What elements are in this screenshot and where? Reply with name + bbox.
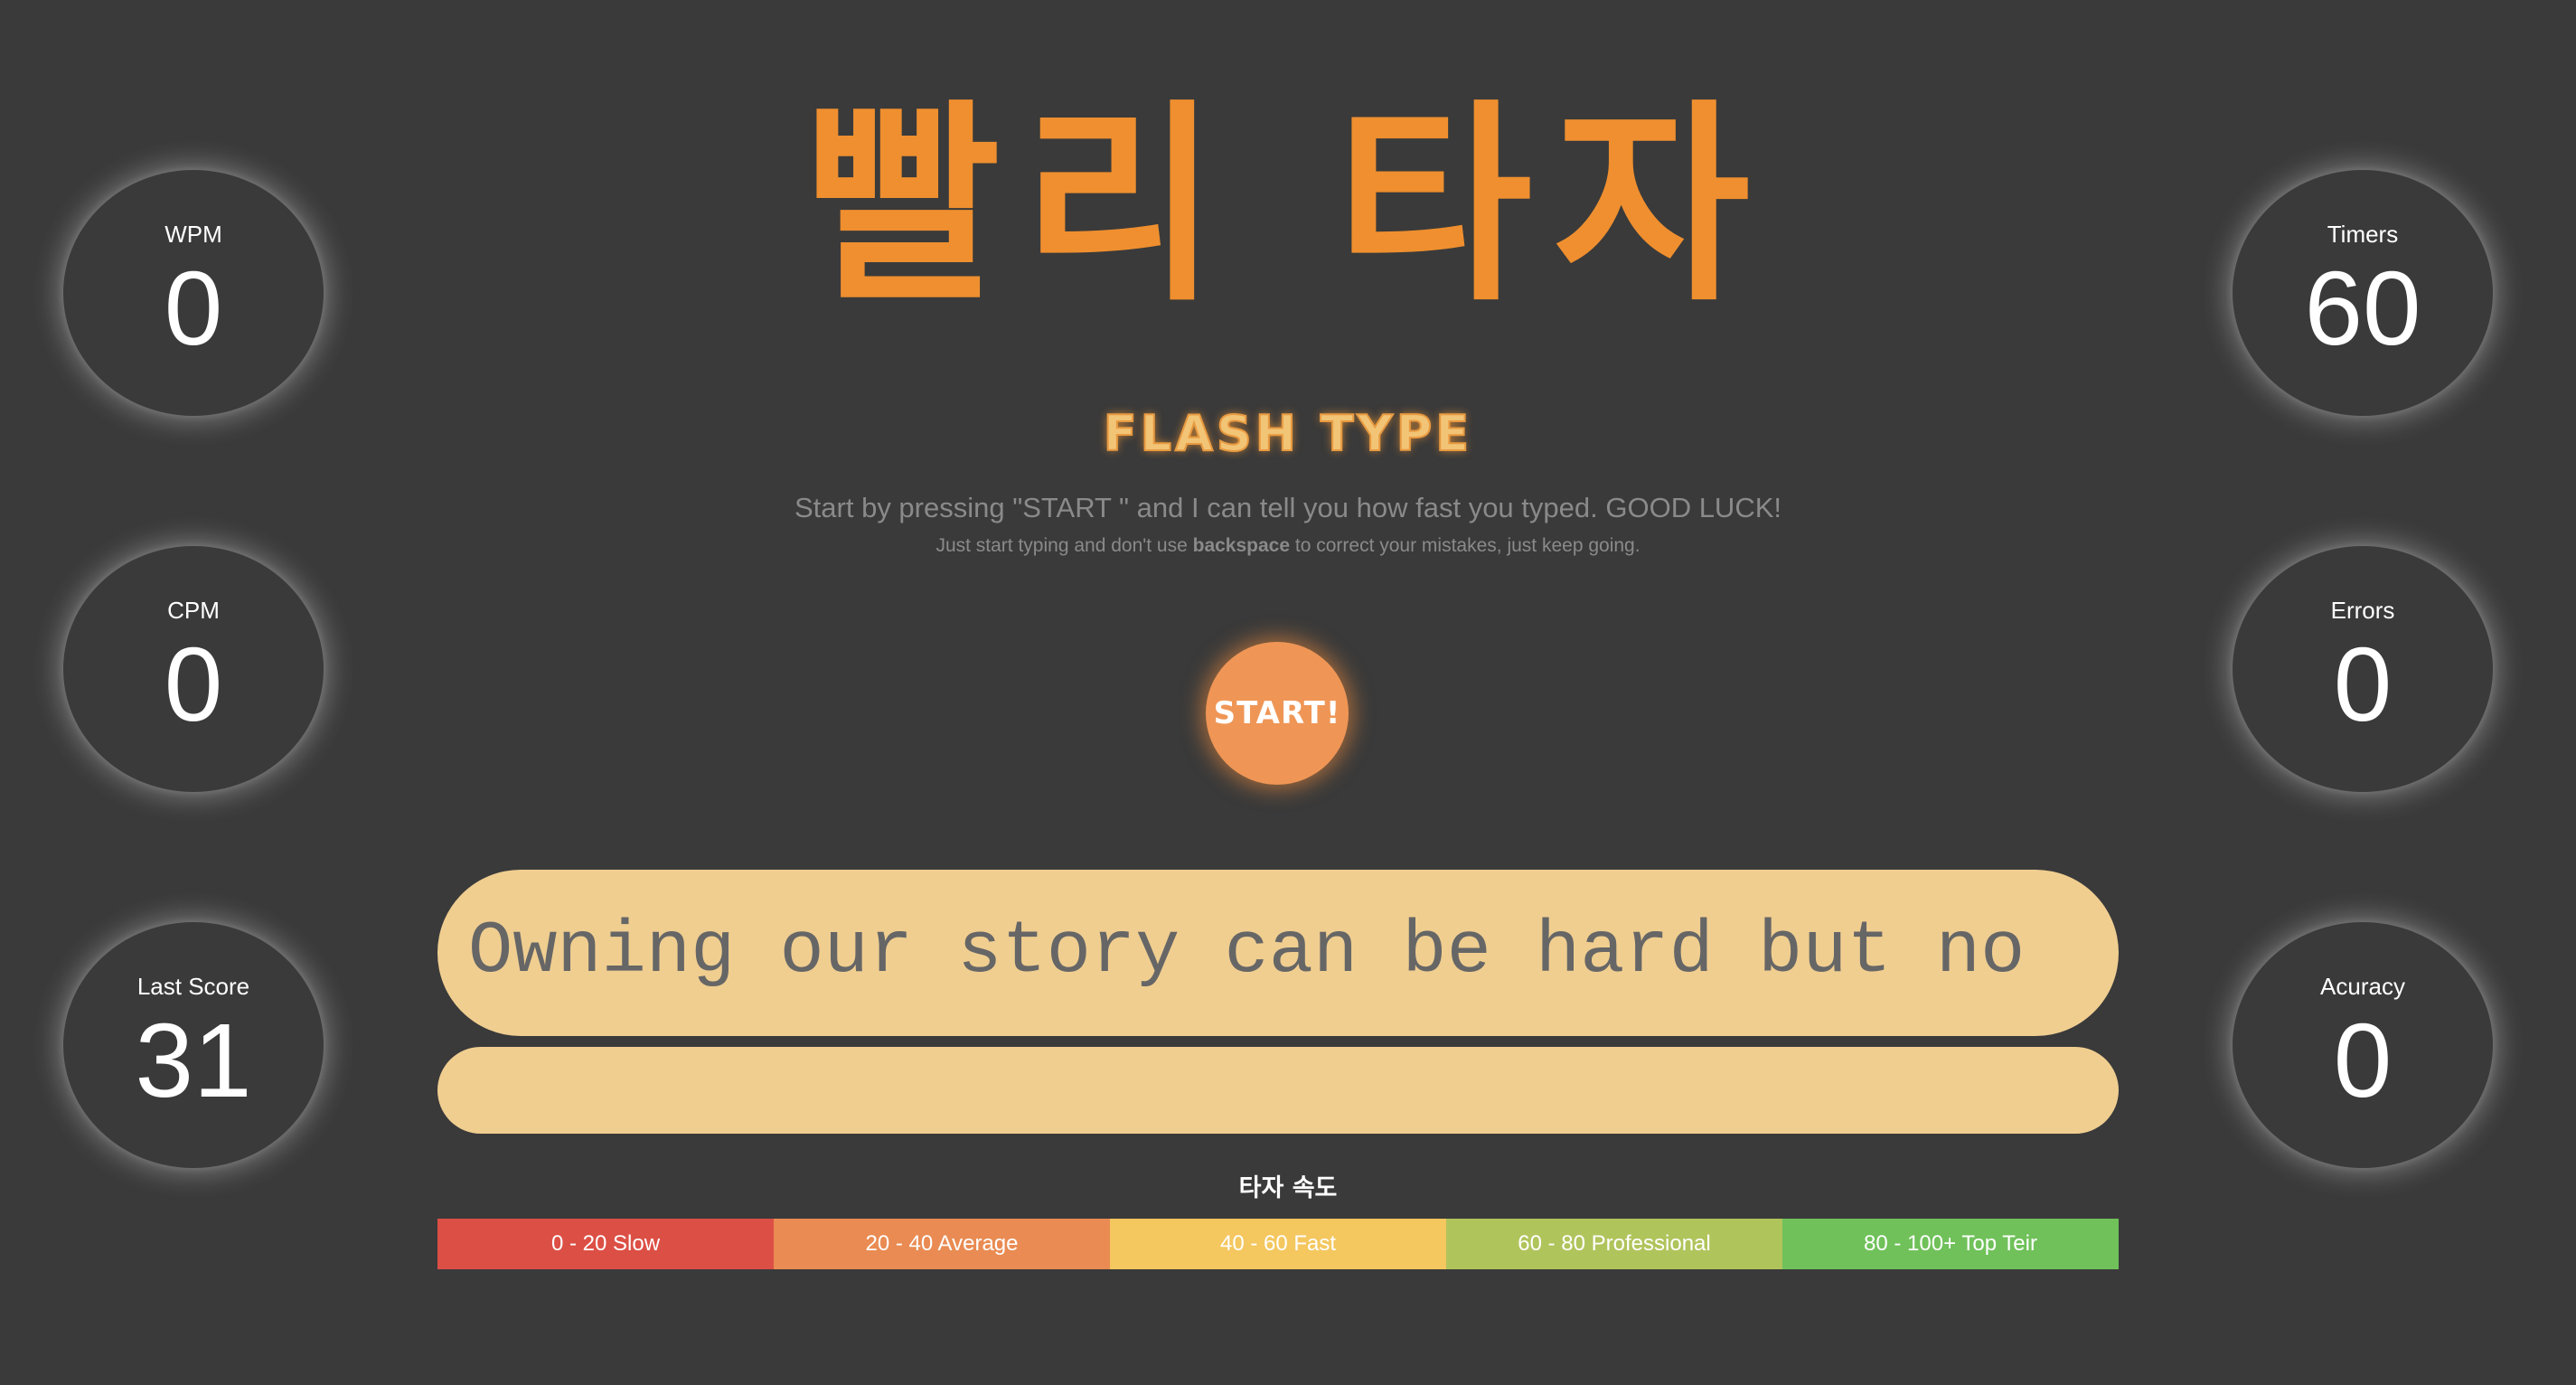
accuracy-label: Acuracy	[2320, 973, 2405, 1000]
errors-value: 0	[2333, 626, 2393, 743]
accuracy-stat: Acuracy 0	[2233, 922, 2493, 1168]
typing-input[interactable]	[437, 1047, 2119, 1134]
last-score-value: 31	[135, 1002, 252, 1119]
app-subtitle: FLASH TYPE	[1103, 404, 1473, 463]
speed-segment-professional: 60 - 80 Professional	[1446, 1219, 1782, 1269]
start-button[interactable]: START!	[1206, 642, 1349, 785]
hint-prefix: Just start typing and don't use	[935, 535, 1193, 556]
typing-text: Owning our story can be hard but no	[468, 909, 2026, 994]
app-title: 빨리 타자	[804, 81, 1772, 330]
speed-segment-average: 20 - 40 Average	[774, 1219, 1110, 1269]
cpm-stat: CPM 0	[63, 546, 324, 792]
speed-segment-top-tier: 80 - 100+ Top Teir	[1782, 1219, 2119, 1269]
speed-legend-title: 타자 속도	[1238, 1174, 1338, 1202]
typing-text-display: Owning our story can be hard but no	[437, 870, 2119, 1036]
errors-stat: Errors 0	[2233, 546, 2493, 792]
cpm-label: CPM	[167, 597, 220, 624]
hint-suffix: to correct your mistakes, just keep goin…	[1290, 535, 1641, 556]
speed-legend-bar: 0 - 20 Slow 20 - 40 Average 40 - 60 Fast…	[437, 1219, 2119, 1269]
speed-segment-fast: 40 - 60 Fast	[1110, 1219, 1446, 1269]
last-score-label: Last Score	[136, 973, 250, 1000]
instructions-text: Start by pressing "START " and I can tel…	[794, 492, 1782, 523]
last-score-stat: Last Score 31	[63, 922, 324, 1168]
speed-segment-slow: 0 - 20 Slow	[437, 1219, 774, 1269]
hint-bold: backspace	[1192, 535, 1291, 556]
accuracy-value: 0	[2333, 1002, 2393, 1119]
hint-text: Just start typing and don't use backspac…	[0, 535, 2576, 557]
cpm-value: 0	[164, 626, 223, 743]
errors-label: Errors	[2330, 597, 2395, 624]
